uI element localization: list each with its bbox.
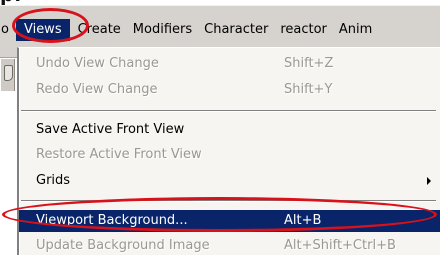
menubar-item-character[interactable]: Character [198,19,274,41]
menubar-item-create[interactable]: Create [72,19,127,41]
menu-item-undo-view-change[interactable]: Undo View Change Shift+Z [19,51,440,77]
menu-item-label: Grids [36,173,71,188]
menu-item-update-background-image[interactable]: Update Background Image Alt+Shift+Ctrl+B [19,233,440,259]
menu-item-label: Update Background Image [36,238,210,253]
submenu-arrow-icon [427,177,431,185]
menubar-item-reactor[interactable]: reactor [274,19,333,41]
menu-item-shortcut: Alt+Shift+Ctrl+B [284,238,396,253]
menu-separator [21,200,436,202]
menu-item-viewport-background[interactable]: Viewport Background... Alt+B [19,210,440,232]
menu-item-label: Restore Active Front View [36,147,202,162]
menubar-item-animation[interactable]: Anim [333,19,378,41]
menu-item-grids[interactable]: Grids [19,168,440,194]
menu-item-shortcut: Shift+Z [284,56,334,71]
menu-item-label: Viewport Background... [36,213,188,228]
menu-item-shortcut: Alt+B [284,213,322,228]
menu-item-label: Save Active Front View [36,122,185,137]
menubar-item-modifiers[interactable]: Modifiers [127,19,198,41]
menu-separator [21,110,436,112]
menubar-item-cut-off[interactable]: o [0,19,16,41]
menu-item-shortcut: Shift+Y [284,82,333,97]
toolbar-tool-icon[interactable] [1,59,15,91]
menu-item-label: Redo View Change [36,82,158,97]
menu-item-restore-active-front-view[interactable]: Restore Active Front View [19,142,440,168]
menu-item-label: Undo View Change [36,56,159,71]
menu-item-save-active-front-view[interactable]: Save Active Front View [19,117,440,143]
views-dropdown-menu: Undo View Change Shift+Z Redo View Chang… [17,47,440,255]
menubar-item-views[interactable]: Views [15,19,70,41]
menu-item-redo-view-change[interactable]: Redo View Change Shift+Y [19,77,440,103]
